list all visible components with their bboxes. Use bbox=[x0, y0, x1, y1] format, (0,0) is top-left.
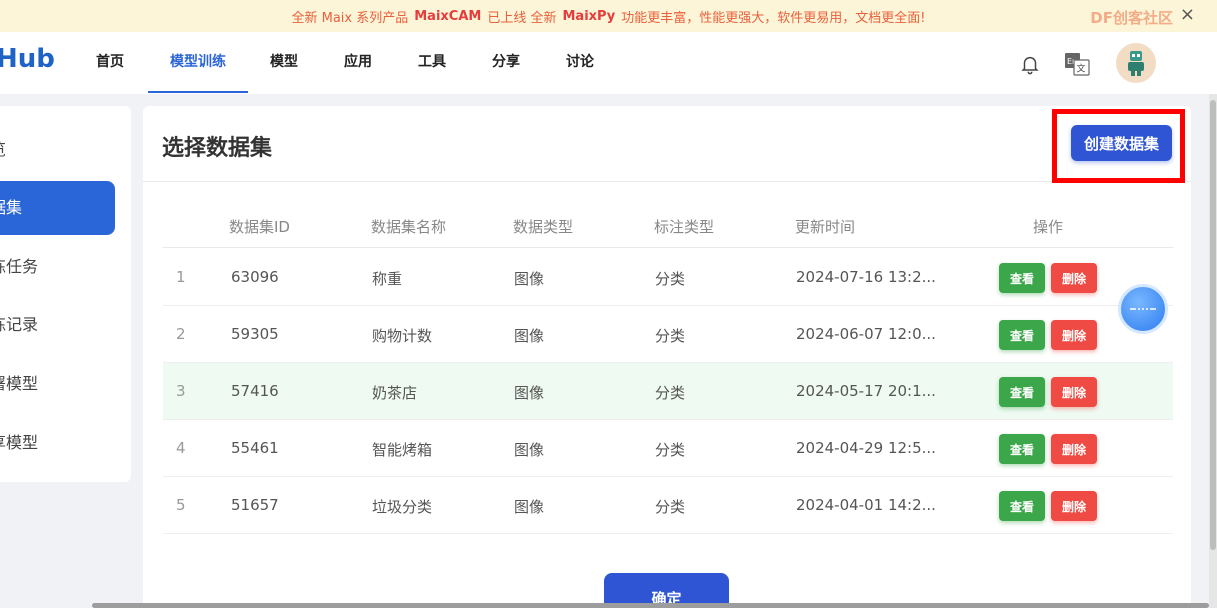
nav-model-training[interactable]: 模型训练 bbox=[170, 32, 226, 94]
highlight-box bbox=[1052, 109, 1185, 183]
cell-dataset-name: 垃圾分类 bbox=[372, 498, 433, 516]
dataset-select-panel: 选择数据集 创建数据集 数据集ID 数据集名称 数据类型 标注类型 更新时间 操… bbox=[143, 106, 1191, 608]
cell-updated-time: 2024-05-17 20:1... bbox=[796, 382, 936, 400]
table-row[interactable]: 4 55461 智能烤箱 图像 分类 2024-04-29 12:5... 查看 删除 bbox=[163, 420, 1173, 477]
cell-index: 2 bbox=[176, 325, 186, 343]
sidebar-item-datasets[interactable]: 据集 bbox=[0, 181, 115, 235]
divider bbox=[143, 181, 1191, 182]
sidebar: 览 据集 练任务 练记录 署模型 享模型 bbox=[0, 106, 131, 482]
cell-index: 3 bbox=[176, 382, 186, 400]
nav-models[interactable]: 模型 bbox=[270, 32, 298, 94]
cell-dataset-id: 55461 bbox=[231, 439, 279, 457]
logo[interactable]: Hub bbox=[0, 44, 55, 74]
table-row[interactable]: 5 51657 垃圾分类 图像 分类 2024-04-01 14:2... 查看 删除 bbox=[163, 477, 1173, 534]
delete-button[interactable]: 删除 bbox=[1051, 434, 1097, 464]
watermark: DF创客社区 bbox=[1090, 9, 1173, 27]
top-navbar: Hub 首页 模型训练 模型 应用 工具 分享 讨论 En 文 bbox=[0, 32, 1217, 94]
delete-button[interactable]: 删除 bbox=[1051, 263, 1097, 293]
cell-data-type: 图像 bbox=[514, 441, 545, 459]
cell-index: 5 bbox=[176, 496, 186, 514]
cell-label-type: 分类 bbox=[655, 441, 686, 459]
translate-icon[interactable]: En 文 bbox=[1064, 51, 1090, 77]
cell-dataset-name: 称重 bbox=[372, 270, 403, 288]
sidebar-item-overview[interactable]: 览 bbox=[0, 123, 115, 177]
table-row[interactable]: 1 63096 称重 图像 分类 2024-07-16 13:2... 查看 删除 bbox=[163, 249, 1173, 306]
cell-label-type: 分类 bbox=[655, 270, 686, 288]
header-actions: 操作 bbox=[1033, 218, 1064, 236]
nav-share[interactable]: 分享 bbox=[492, 32, 520, 94]
cell-updated-time: 2024-04-29 12:5... bbox=[796, 439, 936, 457]
cell-updated-time: 2024-07-16 13:2... bbox=[796, 268, 936, 286]
view-button[interactable]: 查看 bbox=[999, 320, 1045, 350]
horizontal-scrollbar[interactable] bbox=[92, 603, 1209, 608]
banner-suffix: 功能更丰富，性能更强大，软件更易用，文档更全面! bbox=[621, 10, 926, 26]
cell-dataset-id: 63096 bbox=[231, 268, 279, 286]
cell-updated-time: 2024-06-07 12:0... bbox=[796, 325, 936, 343]
banner-prefix: 全新 Maix 系列产品 bbox=[291, 10, 409, 26]
delete-button[interactable]: 删除 bbox=[1051, 377, 1097, 407]
cell-label-type: 分类 bbox=[655, 498, 686, 516]
delete-button[interactable]: 删除 bbox=[1051, 320, 1097, 350]
sidebar-item-training-tasks[interactable]: 练任务 bbox=[0, 240, 115, 294]
cell-label-type: 分类 bbox=[655, 327, 686, 345]
header-dataset-name: 数据集名称 bbox=[371, 218, 447, 236]
table-row[interactable]: 2 59305 购物计数 图像 分类 2024-06-07 12:0... 查看 删除 bbox=[163, 306, 1173, 363]
nav-apps[interactable]: 应用 bbox=[344, 32, 372, 94]
sidebar-item-deploy-models[interactable]: 署模型 bbox=[0, 357, 115, 411]
cell-updated-time: 2024-04-01 14:2... bbox=[796, 496, 936, 514]
header-dataset-id: 数据集ID bbox=[229, 218, 290, 236]
view-button[interactable]: 查看 bbox=[999, 377, 1045, 407]
avatar[interactable] bbox=[1116, 43, 1156, 83]
sidebar-item-training-records[interactable]: 练记录 bbox=[0, 298, 115, 352]
cell-index: 4 bbox=[176, 439, 186, 457]
view-button[interactable]: 查看 bbox=[999, 491, 1045, 521]
delete-button[interactable]: 删除 bbox=[1051, 491, 1097, 521]
nav-active-underline bbox=[148, 91, 248, 93]
sidebar-item-shared-models[interactable]: 享模型 bbox=[0, 416, 115, 470]
bell-icon[interactable] bbox=[1017, 51, 1043, 77]
view-button[interactable]: 查看 bbox=[999, 263, 1045, 293]
page-title: 选择数据集 bbox=[162, 136, 273, 161]
header-updated-time: 更新时间 bbox=[795, 218, 856, 236]
header-label-type: 标注类型 bbox=[654, 218, 715, 236]
cell-data-type: 图像 bbox=[514, 270, 545, 288]
cell-label-type: 分类 bbox=[655, 384, 686, 402]
cell-dataset-name: 智能烤箱 bbox=[372, 441, 433, 459]
banner-product-maixcam[interactable]: MaixCAM bbox=[414, 9, 481, 24]
cell-dataset-name: 奶茶店 bbox=[372, 384, 418, 402]
table-header: 数据集ID 数据集名称 数据类型 标注类型 更新时间 操作 bbox=[163, 202, 1173, 248]
cell-dataset-id: 59305 bbox=[231, 325, 279, 343]
close-icon[interactable]: × bbox=[1180, 4, 1195, 25]
cell-dataset-id: 51657 bbox=[231, 496, 279, 514]
cell-data-type: 图像 bbox=[514, 327, 545, 345]
svg-text:文: 文 bbox=[1077, 63, 1086, 75]
vertical-scrollbar-thumb[interactable] bbox=[1210, 100, 1216, 550]
nav-home[interactable]: 首页 bbox=[96, 32, 124, 94]
announcement-banner: 全新 Maix 系列产品 MaixCAM 已上线 全新 MaixPy 功能更丰富… bbox=[0, 0, 1217, 32]
cell-data-type: 图像 bbox=[514, 384, 545, 402]
cell-data-type: 图像 bbox=[514, 498, 545, 516]
cell-dataset-id: 57416 bbox=[231, 382, 279, 400]
nav-tools[interactable]: 工具 bbox=[418, 32, 446, 94]
assistant-ball-icon[interactable] bbox=[1118, 284, 1168, 334]
table-row[interactable]: 3 57416 奶茶店 图像 分类 2024-05-17 20:1... 查看 删除 bbox=[163, 363, 1173, 420]
banner-product-maixpy[interactable]: MaixPy bbox=[562, 9, 615, 24]
cell-index: 1 bbox=[176, 268, 186, 286]
banner-middle: 已上线 全新 bbox=[487, 10, 557, 26]
nav-discuss[interactable]: 讨论 bbox=[566, 32, 594, 94]
header-data-type: 数据类型 bbox=[513, 218, 574, 236]
cell-dataset-name: 购物计数 bbox=[372, 327, 433, 345]
view-button[interactable]: 查看 bbox=[999, 434, 1045, 464]
